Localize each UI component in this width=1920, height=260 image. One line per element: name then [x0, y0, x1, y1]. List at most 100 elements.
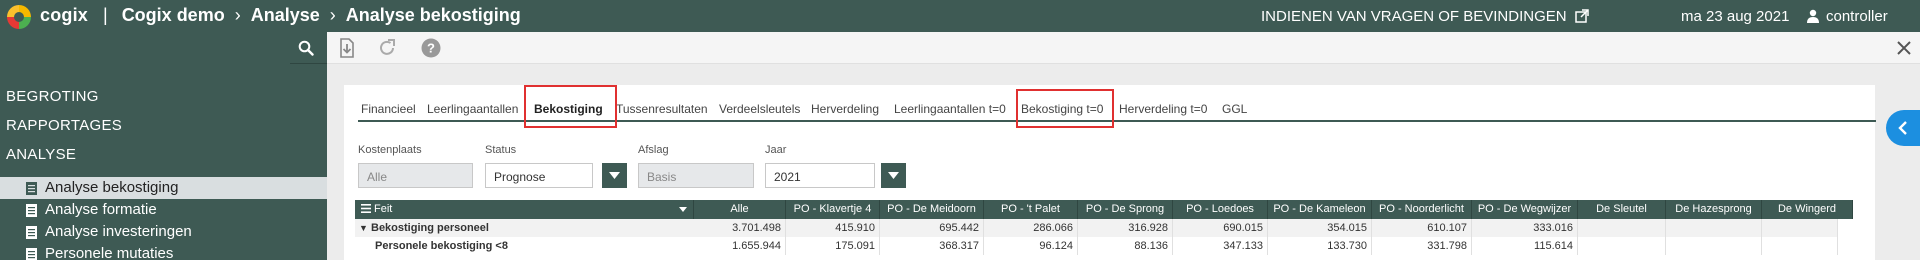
document-icon [26, 248, 37, 260]
sidebar-search [0, 32, 327, 64]
table-cell: 690.015 [1173, 219, 1268, 237]
tab-ggl[interactable]: GGL [1222, 102, 1247, 116]
document-icon [26, 226, 37, 239]
sidebar-section-begroting[interactable]: BEGROTING [6, 88, 99, 105]
current-date: ma 23 aug 2021 [1681, 8, 1790, 25]
column-header[interactable]: PO - Loedoes [1173, 200, 1268, 219]
breadcrumb-item-section[interactable]: Analyse [251, 5, 320, 25]
filter-label-status: Status [485, 144, 517, 156]
sidebar-item-label: Analyse formatie [45, 201, 157, 218]
side-panel-toggle[interactable] [1886, 110, 1920, 146]
table-cell [1762, 237, 1838, 255]
sidebar-item-label: Personele mutaties [45, 245, 174, 260]
tab-verdeelsleutels[interactable]: Verdeelsleutels [719, 102, 800, 116]
highlight-box [524, 85, 617, 128]
tab-herverdeling[interactable]: Herverdeling [811, 102, 879, 116]
column-header[interactable]: De Hazesprong [1666, 200, 1762, 219]
table-cell: 610.107 [1372, 219, 1472, 237]
table-cell: 331.798 [1372, 237, 1472, 255]
highlight-box [1016, 89, 1114, 128]
filter-label-kostenplaats: Kostenplaats [358, 144, 422, 156]
close-icon[interactable] [1896, 40, 1912, 56]
tab-tussenresultaten[interactable]: Tussenresultaten [616, 102, 708, 116]
afslag-field: Basis [638, 163, 754, 188]
breadcrumb: | Cogix demo › Analyse › Analyse bekostiging [103, 5, 521, 26]
document-icon [26, 182, 37, 195]
table-cell: 695.442 [880, 219, 984, 237]
row-label: ▼ Bekostiging personeel [355, 219, 694, 237]
menu-icon [361, 204, 371, 213]
export-icon[interactable] [336, 37, 358, 59]
toolbar: ? [327, 32, 1920, 64]
sidebar-section-rapportages[interactable]: RAPPORTAGES [6, 117, 122, 134]
sidebar-search-input[interactable] [0, 32, 290, 64]
table-cell: 368.317 [880, 237, 984, 255]
sidebar-item-analyse-investeringen[interactable]: Analyse investeringen [0, 221, 327, 243]
table-cell [1762, 219, 1838, 237]
analysis-panel: Financieel Leerlingaantallen Bekostiging… [344, 85, 1876, 260]
help-icon[interactable]: ? [420, 37, 442, 59]
table-cell: 115.614 [1472, 237, 1578, 255]
sidebar-item-analyse-formatie[interactable]: Analyse formatie [0, 199, 327, 221]
column-header[interactable]: PO - Noorderlicht [1372, 200, 1472, 219]
column-header[interactable]: PO - De Meidoorn [880, 200, 984, 219]
status-dropdown-button[interactable] [602, 163, 627, 188]
sidebar-item-personele-mutaties[interactable]: Personele mutaties [0, 243, 327, 260]
table-cell: 133.730 [1268, 237, 1372, 255]
chevron-down-icon [609, 172, 620, 179]
table-row[interactable]: Personele bekostiging <8 1.655.944 175.0… [355, 237, 1838, 255]
refresh-icon[interactable] [376, 37, 398, 59]
table-cell: 96.124 [984, 237, 1078, 255]
column-header[interactable]: PO - Klavertje 4 [786, 200, 880, 219]
column-header-feit[interactable]: Feit [355, 200, 694, 219]
column-header[interactable]: De Sleutel [1578, 200, 1666, 219]
breadcrumb-separator: › [234, 5, 241, 25]
main-content: Financieel Leerlingaantallen Bekostiging… [327, 64, 1920, 260]
tab-leerlingaantallen-t0[interactable]: Leerlingaantallen t=0 [894, 102, 1006, 116]
chevron-down-icon [679, 207, 687, 212]
tab-leerlingaantallen[interactable]: Leerlingaantallen [427, 102, 518, 116]
user-menu[interactable]: controller [1806, 8, 1888, 25]
breadcrumb-separator: › [329, 5, 336, 25]
table-cell: 347.133 [1173, 237, 1268, 255]
column-header[interactable]: De Wingerd [1762, 200, 1853, 219]
table-cell [1578, 237, 1666, 255]
table-cell: 175.091 [786, 237, 880, 255]
tab-herverdeling-t0[interactable]: Herverdeling t=0 [1119, 102, 1207, 116]
table-row[interactable]: ▼ Bekostiging personeel 3.701.498 415.910… [355, 219, 1838, 237]
row-label: Personele bekostiging <8 [375, 240, 508, 252]
brand-name: cogix [40, 5, 89, 25]
filter-label-afslag: Afslag [638, 144, 669, 156]
table-cell: 88.136 [1078, 237, 1173, 255]
user-icon [1807, 9, 1819, 23]
status-select[interactable]: Prognose [485, 163, 593, 188]
table-cell: 3.701.498 [694, 219, 786, 237]
user-name: controller [1826, 8, 1888, 25]
collapse-caret-icon[interactable]: ▼ [359, 223, 368, 233]
feedback-link[interactable]: INDIENEN VAN VRAGEN OF BEVINDINGEN [1261, 8, 1589, 25]
column-header[interactable]: PO - De Sprong [1078, 200, 1173, 219]
breadcrumb-divider: | [103, 5, 108, 25]
chevron-down-icon [888, 172, 899, 179]
svg-text:?: ? [427, 41, 435, 56]
column-header-label: Feit [374, 203, 393, 215]
column-header[interactable]: PO - De Kameleon [1268, 200, 1372, 219]
kostenplaats-field: Alle [358, 163, 473, 188]
search-icon[interactable] [298, 40, 314, 56]
breadcrumb-item-org[interactable]: Cogix demo [122, 5, 225, 25]
external-link-icon [1575, 9, 1589, 23]
table-cell [1666, 219, 1762, 237]
column-header[interactable]: PO - 't Palet [984, 200, 1078, 219]
cogix-logo-icon [7, 5, 31, 29]
table-cell: 1.655.944 [694, 237, 786, 255]
jaar-select[interactable]: 2021 [765, 163, 875, 188]
jaar-dropdown-button[interactable] [881, 163, 906, 188]
column-header[interactable]: Alle [694, 200, 786, 219]
sidebar-item-analyse-bekostiging[interactable]: Analyse bekostiging [0, 177, 327, 199]
sidebar-item-label: Analyse bekostiging [45, 179, 179, 196]
table-cell: 333.016 [1472, 219, 1578, 237]
sidebar-section-analyse[interactable]: ANALYSE [6, 146, 76, 163]
tab-financieel[interactable]: Financieel [361, 102, 416, 116]
breadcrumb-item-page: Analyse bekostiging [345, 5, 521, 25]
column-header[interactable]: PO - De Wegwijzer [1472, 200, 1578, 219]
